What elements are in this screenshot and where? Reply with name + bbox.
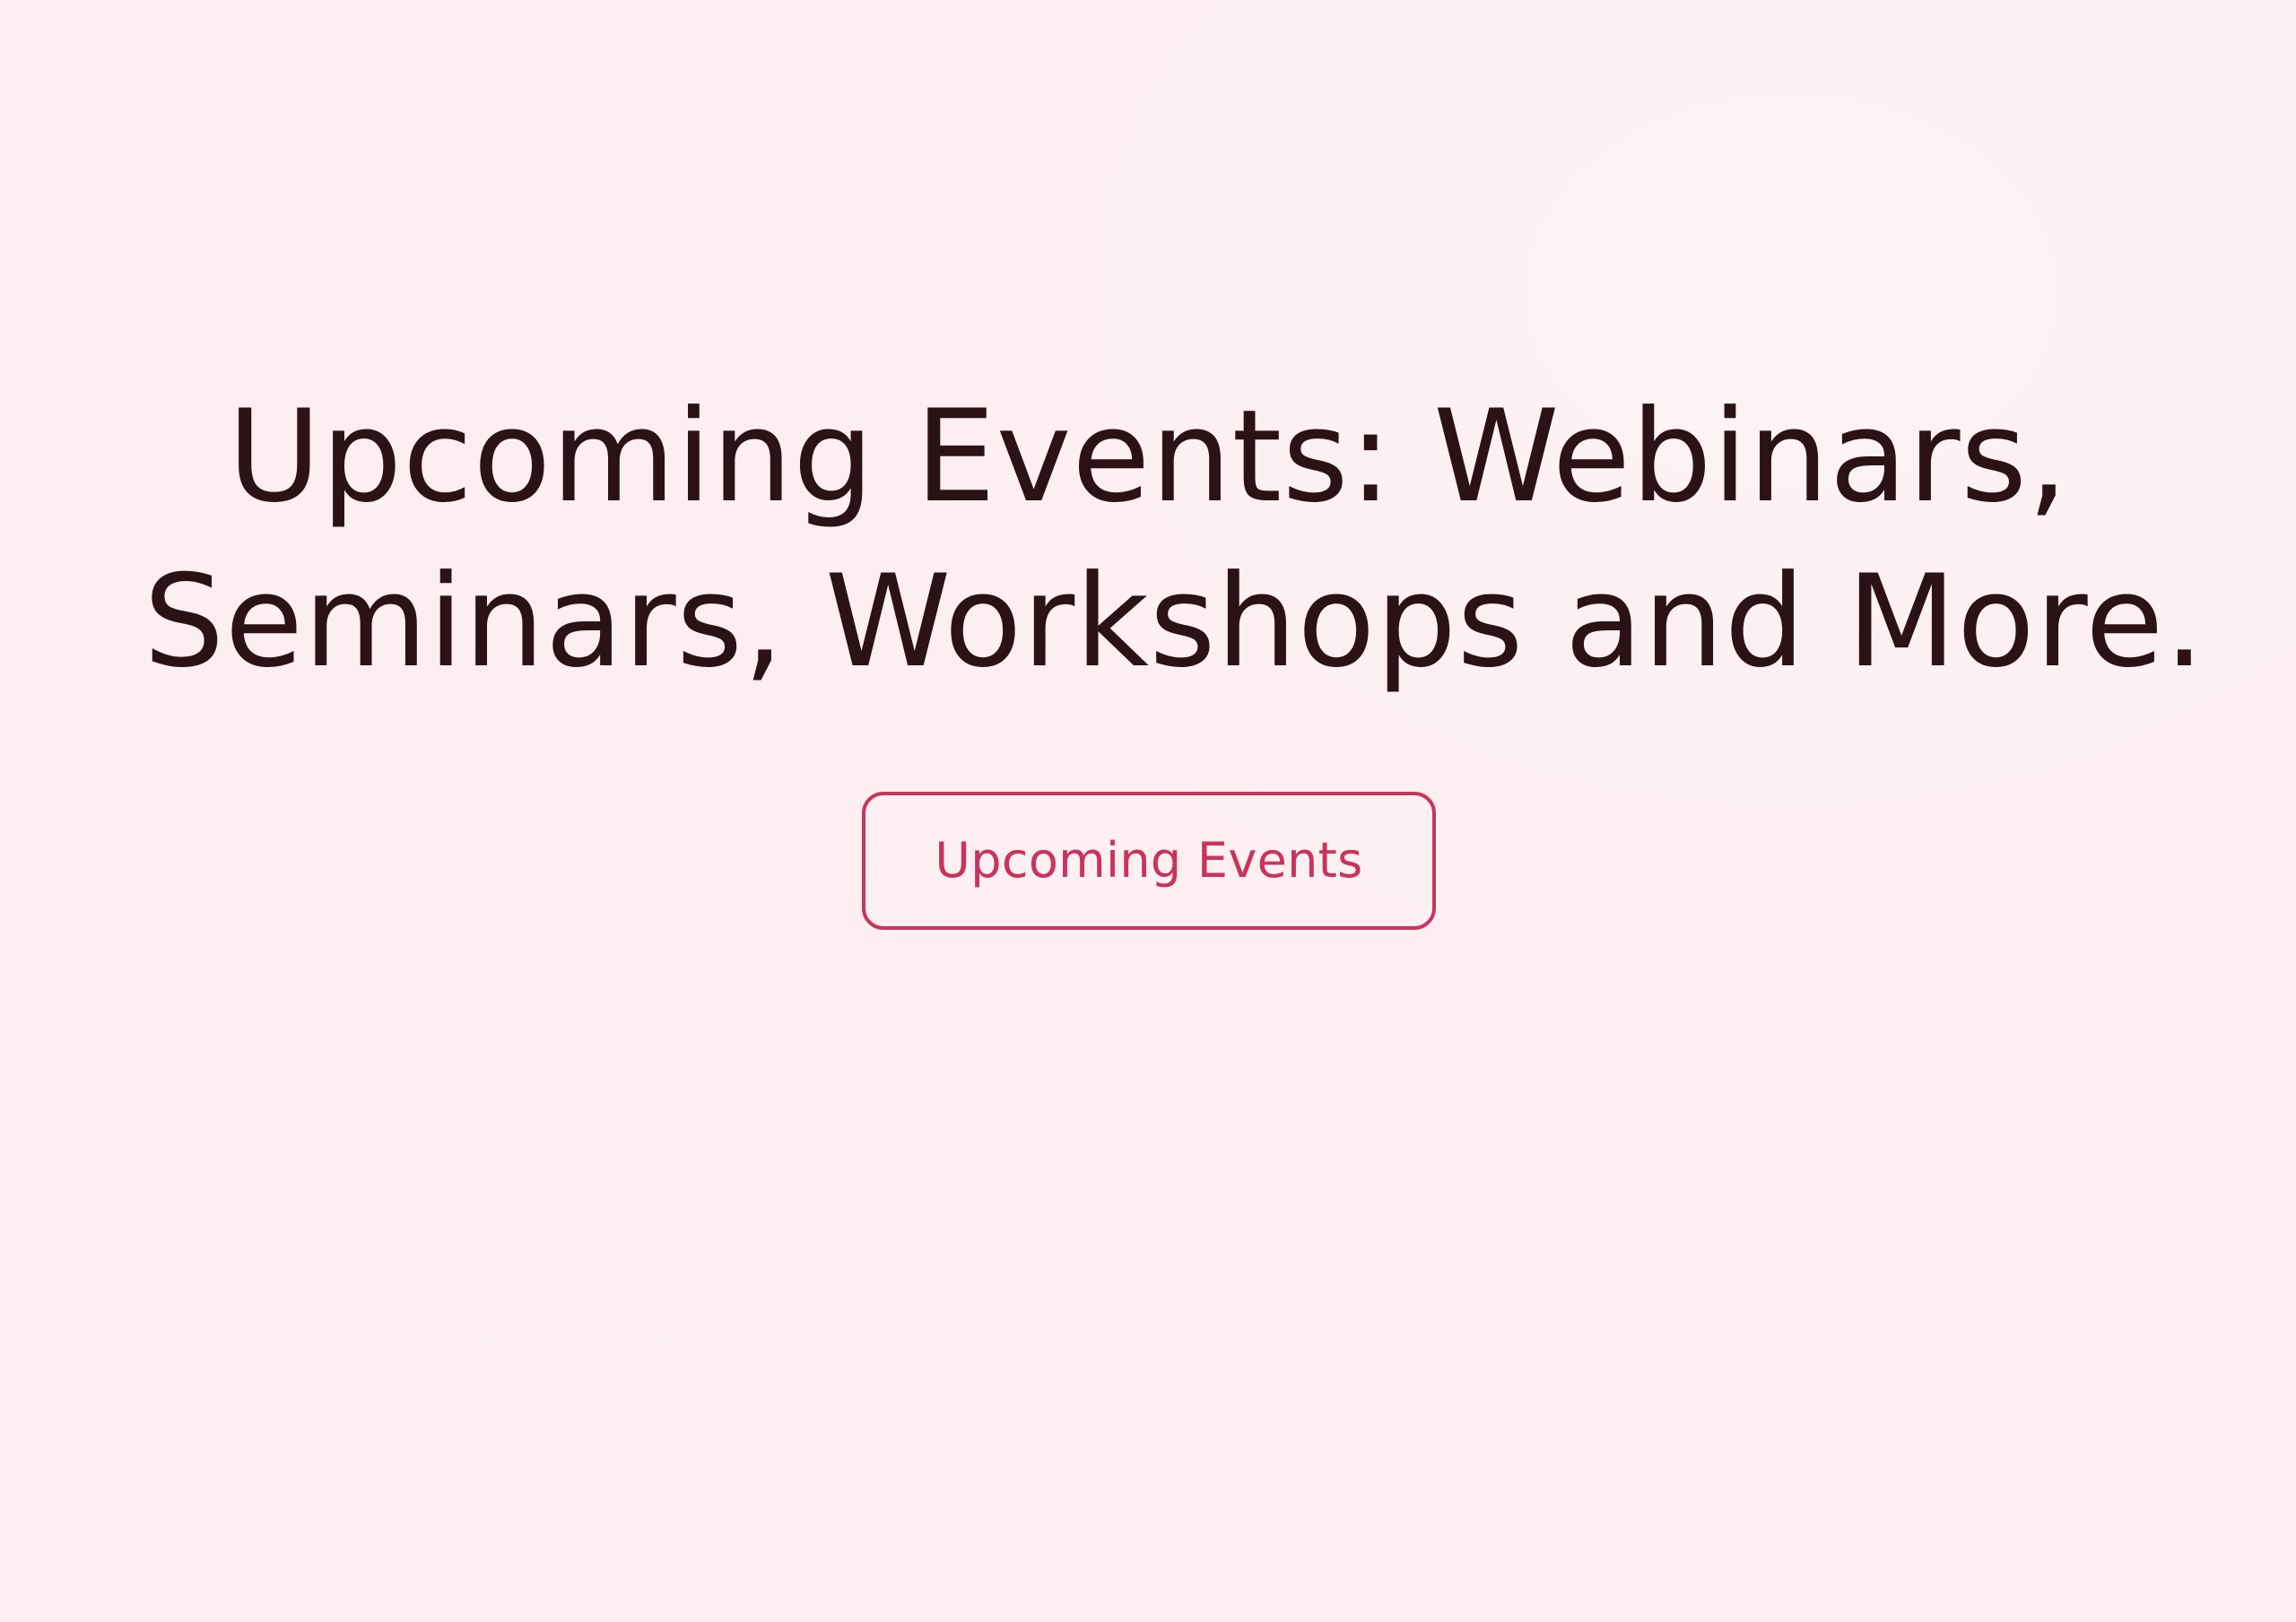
page-title-line-2: Seminars, Workshops and More. [144,548,2205,696]
upcoming-events-button[interactable]: Upcoming Events [862,792,1436,930]
page-title-line-1: Upcoming Events: Webinars, [227,383,2069,531]
events-hero-page: Upcoming Events: Webinars, Seminars, Wor… [0,0,2296,1622]
hero-section: Upcoming Events: Webinars, Seminars, Wor… [0,375,2296,705]
page-title: Upcoming Events: Webinars, Seminars, Wor… [144,375,2205,705]
